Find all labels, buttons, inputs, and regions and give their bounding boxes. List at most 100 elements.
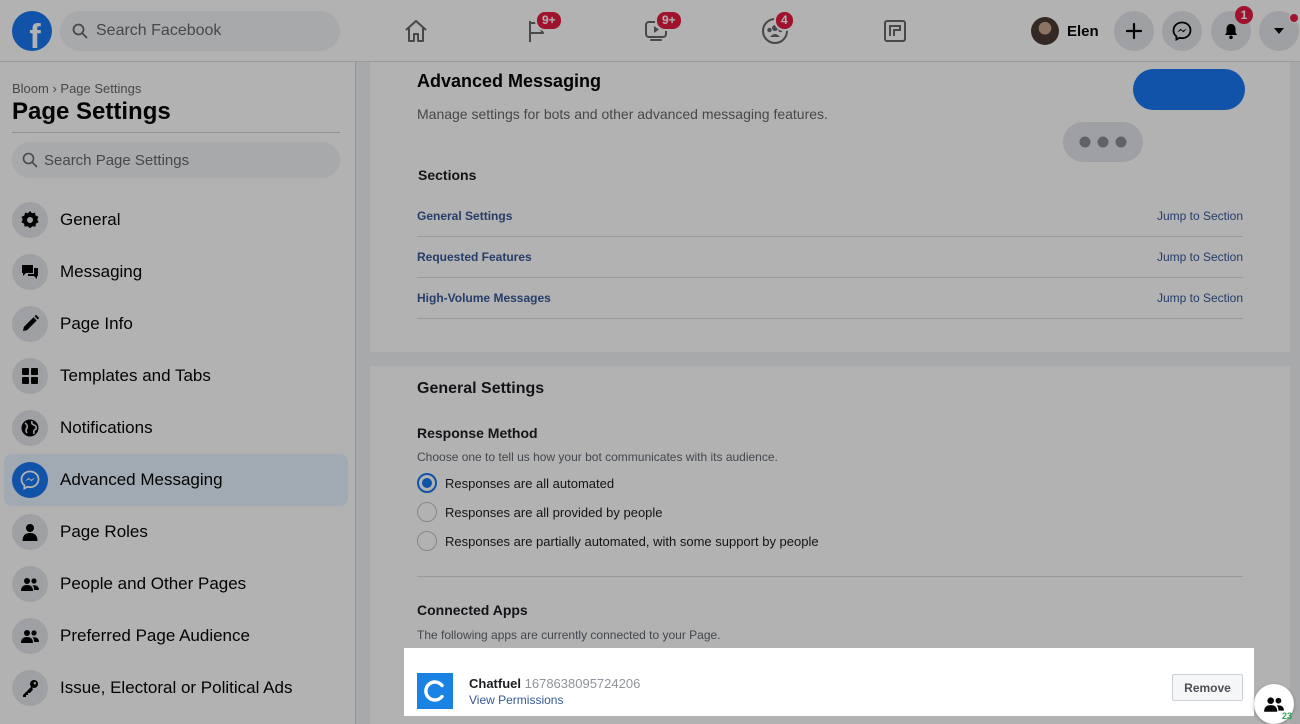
- settings-content: Advanced Messaging Manage settings for b…: [370, 62, 1290, 724]
- settings-menu: General Messaging Page Info Templates an…: [4, 194, 348, 714]
- home-icon: [405, 20, 427, 42]
- sidebar-item-people-and-other-pages[interactable]: People and Other Pages: [4, 558, 348, 610]
- grid-icon: [22, 368, 38, 384]
- jump-to-section-link[interactable]: Jump to Section: [1157, 209, 1243, 223]
- sidebar-divider: [12, 132, 340, 133]
- messenger-button[interactable]: [1162, 11, 1202, 51]
- nav-tab-watch[interactable]: 9+: [639, 10, 683, 48]
- jump-to-section-link[interactable]: Jump to Section: [1157, 250, 1243, 264]
- section-row: High-Volume Messages Jump to Section: [417, 278, 1243, 319]
- section-link-requested-features[interactable]: Requested Features: [417, 250, 532, 264]
- remove-app-button[interactable]: Remove: [1172, 674, 1243, 701]
- pencil-icon: [23, 314, 40, 331]
- primary-action-button[interactable]: [1133, 69, 1245, 110]
- advanced-messaging-card: Advanced Messaging Manage settings for b…: [370, 62, 1290, 352]
- settings-sidebar: Bloom › Page Settings Page Settings Sear…: [0, 62, 356, 724]
- page-title: Page Settings: [12, 98, 171, 125]
- letter-c-icon: [424, 680, 444, 702]
- avatar: [1031, 17, 1059, 45]
- account-menu-button[interactable]: [1259, 11, 1299, 51]
- globe-icon: [21, 419, 39, 437]
- app-id: 1678638095724206: [524, 676, 641, 691]
- radio-button[interactable]: [417, 502, 437, 522]
- jump-to-section-link[interactable]: Jump to Section: [1157, 291, 1243, 305]
- general-settings-title: General Settings: [417, 380, 545, 397]
- sidebar-item-label: Messaging: [60, 262, 143, 281]
- sidebar-item-page-info[interactable]: Page Info: [4, 298, 348, 350]
- pages-badge: 9+: [535, 10, 563, 31]
- messenger-icon: [20, 470, 40, 490]
- chatfuel-logo-icon: [417, 673, 453, 709]
- top-navigation-bar: f Search Facebook 9+ 9+ 4 Elen 1: [0, 0, 1300, 62]
- sidebar-item-label: Notifications: [60, 418, 153, 437]
- radio-label: Responses are partially automated, with …: [445, 533, 819, 549]
- section-row: Requested Features Jump to Section: [417, 237, 1243, 278]
- caret-down-icon: [1274, 28, 1284, 34]
- plus-icon: [1125, 22, 1143, 40]
- profile-name: Elen: [1067, 22, 1099, 40]
- response-option-partial[interactable]: Responses are partially automated, with …: [417, 531, 819, 551]
- nav-tab-groups[interactable]: 4: [758, 10, 795, 48]
- response-option-people[interactable]: Responses are all provided by people: [417, 502, 663, 522]
- sidebar-item-label: Page Info: [60, 314, 133, 333]
- section-divider: [417, 576, 1243, 577]
- view-permissions-link[interactable]: View Permissions: [469, 693, 563, 707]
- profile-shortcut[interactable]: Elen: [1031, 14, 1099, 48]
- section-link-high-volume-messages[interactable]: High-Volume Messages: [417, 291, 551, 305]
- sidebar-item-issue-electoral-political-ads[interactable]: Issue, Electoral or Political Ads: [4, 662, 348, 714]
- gaming-icon: [884, 20, 906, 42]
- sidebar-item-advanced-messaging[interactable]: Advanced Messaging: [4, 454, 348, 506]
- more-options-button[interactable]: [1063, 122, 1143, 162]
- create-button[interactable]: [1114, 11, 1154, 51]
- sidebar-item-notifications[interactable]: Notifications: [4, 402, 348, 454]
- sidebar-item-label: Templates and Tabs: [60, 366, 211, 385]
- sidebar-item-templates-and-tabs[interactable]: Templates and Tabs: [4, 350, 348, 402]
- settings-search-placeholder: Search Page Settings: [44, 151, 190, 169]
- sidebar-item-preferred-page-audience[interactable]: Preferred Page Audience: [4, 610, 348, 662]
- chat-bubbles-icon: [22, 265, 38, 279]
- contacts-button[interactable]: 23: [1254, 684, 1294, 724]
- sidebar-item-messaging[interactable]: Messaging: [4, 246, 348, 298]
- section-link-general-settings[interactable]: General Settings: [417, 209, 512, 223]
- account-alert-dot: [1289, 13, 1299, 23]
- advanced-messaging-description: Manage settings for bots and other advan…: [417, 106, 828, 122]
- connected-apps-description: The following apps are currently connect…: [417, 628, 721, 642]
- search-placeholder: Search Facebook: [96, 22, 222, 39]
- facebook-logo-icon[interactable]: f: [12, 11, 52, 51]
- nav-tab-home[interactable]: [399, 14, 433, 48]
- search-icon: [22, 152, 38, 168]
- sections-heading: Sections: [418, 167, 477, 183]
- section-row: General Settings Jump to Section: [417, 196, 1243, 237]
- watch-badge: 9+: [655, 10, 683, 31]
- contacts-count: 23: [1281, 711, 1292, 721]
- advanced-messaging-title: Advanced Messaging: [417, 71, 602, 91]
- radio-label: Responses are all automated: [445, 475, 615, 491]
- notifications-badge: 1: [1235, 6, 1253, 24]
- people-icon: [21, 630, 39, 643]
- nav-tab-pages[interactable]: 9+: [519, 10, 563, 48]
- sidebar-item-label: Advanced Messaging: [60, 470, 223, 489]
- settings-search-input[interactable]: Search Page Settings: [12, 142, 340, 178]
- sidebar-item-page-roles[interactable]: Page Roles: [4, 506, 348, 558]
- connected-app-row: Chatfuel 1678638095724206 View Permissio…: [404, 648, 1254, 716]
- bell-icon: [1225, 24, 1237, 40]
- search-icon: [72, 23, 88, 39]
- notifications-button[interactable]: 1: [1211, 6, 1253, 51]
- response-method-label: Response Method: [417, 425, 538, 441]
- key-icon: [23, 680, 38, 697]
- sidebar-item-label: Page Roles: [60, 522, 148, 541]
- app-name-line: Chatfuel 1678638095724206: [469, 676, 640, 691]
- breadcrumb[interactable]: Bloom › Page Settings: [12, 81, 141, 96]
- person-icon: [22, 524, 38, 541]
- radio-label: Responses are all provided by people: [445, 504, 663, 520]
- nav-tab-gaming[interactable]: [878, 14, 912, 48]
- facebook-search-input[interactable]: Search Facebook: [60, 11, 340, 51]
- sidebar-item-general[interactable]: General: [4, 194, 348, 246]
- sidebar-item-label: Preferred Page Audience: [60, 626, 250, 645]
- groups-badge: 4: [774, 10, 795, 31]
- more-dots-icon: [1079, 136, 1127, 148]
- messenger-icon: [1172, 21, 1192, 41]
- response-option-automated[interactable]: Responses are all automated: [417, 473, 614, 493]
- radio-button[interactable]: [417, 531, 437, 551]
- radio-button-selected[interactable]: [417, 473, 437, 493]
